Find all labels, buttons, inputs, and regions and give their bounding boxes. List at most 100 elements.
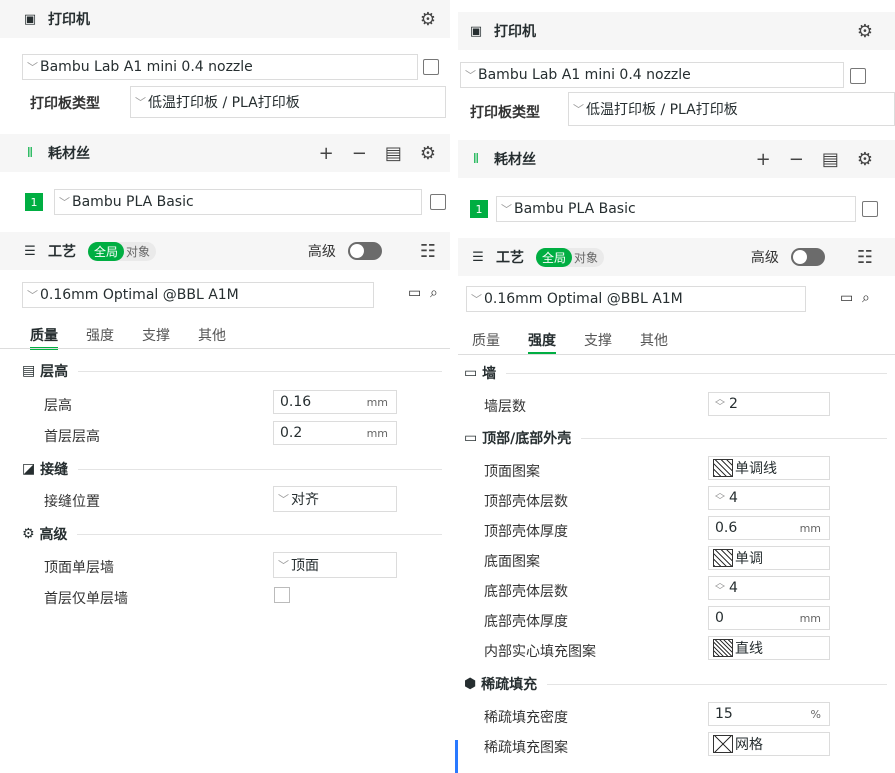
printer-preset-select[interactable]: ﹀ Bambu Lab A1 mini 0.4 nozzle: [22, 54, 418, 80]
save-icon[interactable]: ▭: [840, 290, 853, 306]
group-layer-title: 层高: [40, 364, 69, 380]
spin-icon[interactable]: ︿ ﹀: [715, 579, 725, 597]
infill-pattern-label: 稀疏填充图案: [484, 740, 568, 756]
tab-strength[interactable]: 强度: [86, 325, 114, 350]
first-layer-height-input[interactable]: 0.2 mm: [273, 421, 397, 445]
top-one-wall-select[interactable]: ﹀ 顶面: [273, 552, 397, 578]
process-tools: 高级 ☷: [308, 241, 436, 262]
seam-position-value: 对齐: [291, 492, 319, 508]
filament-settings-icon[interactable]: ▤: [822, 149, 839, 170]
chevron-down-icon: ﹀: [278, 559, 289, 572]
layer-height-input[interactable]: 0.16 mm: [273, 390, 397, 414]
unit: mm: [366, 426, 388, 440]
search-icon[interactable]: ⌕: [862, 290, 870, 306]
bottom-shell-thickness-value: 0: [715, 610, 724, 626]
wall-icon: ▭: [464, 365, 478, 381]
filament-title: 耗材丝: [494, 152, 536, 168]
infill-density-input[interactable]: 15%: [708, 702, 830, 726]
scroll-indicator[interactable]: [455, 740, 458, 773]
plate-type-select[interactable]: ﹀ 低温打印板 / PLA打印板: [568, 92, 895, 126]
advanced-toggle[interactable]: [347, 242, 382, 260]
edit-icon[interactable]: [423, 59, 439, 75]
filament-settings-icon[interactable]: ▤: [385, 143, 402, 164]
edit-icon[interactable]: [850, 68, 866, 84]
spin-icon[interactable]: ︿ ﹀: [715, 395, 725, 413]
search-icon[interactable]: ⌕: [430, 285, 438, 301]
plate-type-value: 低温打印板 / PLA打印板: [148, 95, 300, 111]
top-pattern-select[interactable]: 单调线: [708, 456, 830, 480]
chevron-down-icon: ﹀: [278, 493, 289, 506]
bottom-shell-layers-input[interactable]: ︿ ﹀ 4: [708, 576, 830, 600]
bottom-shell-thickness-input[interactable]: 0 mm: [708, 606, 830, 630]
global-badge[interactable]: 全局: [536, 247, 573, 267]
unit: mm: [366, 395, 388, 409]
infill-pattern-select[interactable]: 网格: [708, 732, 830, 756]
save-icon[interactable]: ▭: [408, 285, 421, 301]
group-wall: ▭ 墙: [464, 363, 895, 383]
process-section-header: ☰ 工艺 全局 对象 高级 ☷: [0, 232, 450, 270]
bottom-pattern-value: 单调: [735, 551, 763, 567]
tab-strength[interactable]: 强度: [528, 330, 556, 355]
group-seam-title: 接缝: [40, 462, 69, 478]
top-shell-thickness-input[interactable]: 0.6 mm: [708, 516, 830, 540]
gear-icon[interactable]: ⚙: [857, 149, 873, 170]
printer-section-header: ▣ 打印机 ⚙: [0, 0, 450, 38]
tab-support[interactable]: 支撑: [584, 330, 612, 355]
tabs-divider: [0, 348, 450, 349]
object-option[interactable]: 对象: [124, 242, 156, 261]
top-one-wall-value: 顶面: [291, 558, 319, 574]
top-shell-layers-input[interactable]: ︿ ﹀ 4: [708, 486, 830, 510]
object-option[interactable]: 对象: [572, 248, 604, 267]
filament-number[interactable]: 1: [25, 193, 43, 211]
edit-icon[interactable]: [430, 194, 446, 210]
add-button[interactable]: +: [756, 149, 771, 170]
bottom-pattern-select[interactable]: 单调: [708, 546, 830, 570]
chevron-down-icon: ﹀: [465, 69, 476, 82]
list-icon[interactable]: ☷: [857, 247, 873, 268]
infill-pattern-value: 网格: [735, 737, 763, 753]
filament-preset-select[interactable]: ﹀ Bambu PLA Basic: [54, 189, 422, 215]
wall-loops-input[interactable]: ︿ ﹀ 2: [708, 392, 830, 416]
seam-position-label: 接缝位置: [44, 494, 100, 510]
plate-type-select[interactable]: ﹀ 低温打印板 / PLA打印板: [130, 86, 446, 118]
global-object-switch[interactable]: 全局 对象: [536, 247, 605, 267]
gear-icon[interactable]: ⚙: [857, 21, 873, 42]
process-preset-select[interactable]: ﹀ 0.16mm Optimal @BBL A1M: [466, 286, 806, 312]
group-infill: ⬢ 稀疏填充: [464, 674, 895, 694]
gear-icon[interactable]: ⚙: [420, 143, 436, 164]
spin-icon[interactable]: ︿ ﹀: [715, 489, 725, 507]
remove-button[interactable]: −: [352, 143, 367, 164]
process-section-header: ☰ 工艺 全局 对象 高级 ☷: [458, 238, 895, 276]
process-title: 工艺: [48, 244, 76, 260]
group-seam: ◪ 接缝: [22, 459, 450, 479]
group-advanced: ⚙ 高级: [22, 524, 450, 544]
process-preset-select[interactable]: ﹀ 0.16mm Optimal @BBL A1M: [22, 282, 374, 308]
edit-icon[interactable]: [862, 201, 878, 217]
first-layer-one-wall-checkbox[interactable]: [274, 587, 290, 603]
filament-section-header: ⦀ 耗材丝 + − ▤ ⚙: [458, 140, 895, 178]
list-icon[interactable]: ☷: [420, 241, 436, 262]
add-button[interactable]: +: [319, 143, 334, 164]
tab-quality[interactable]: 质量: [472, 330, 500, 355]
process-icon: ☰: [24, 243, 36, 259]
internal-solid-infill-select[interactable]: 直线: [708, 636, 830, 660]
advanced-icon: ⚙: [22, 526, 35, 542]
bottom-shell-layers-label: 底部壳体层数: [484, 584, 568, 600]
filament-preset-select[interactable]: ﹀ Bambu PLA Basic: [496, 196, 856, 222]
seam-position-select[interactable]: ﹀ 对齐: [273, 486, 397, 512]
global-object-switch[interactable]: 全局 对象: [88, 241, 157, 261]
tab-other[interactable]: 其他: [640, 330, 668, 355]
seam-icon: ◪: [22, 461, 36, 477]
filament-icon: ⦀: [27, 145, 33, 161]
filament-number[interactable]: 1: [470, 200, 488, 218]
advanced-toggle[interactable]: [790, 248, 825, 266]
infill-density-value: 15: [715, 706, 733, 722]
gear-icon[interactable]: ⚙: [420, 9, 436, 30]
tab-quality[interactable]: 质量: [30, 325, 58, 350]
remove-button[interactable]: −: [789, 149, 804, 170]
printer-preset-select[interactable]: ﹀ Bambu Lab A1 mini 0.4 nozzle: [460, 62, 844, 88]
tab-other[interactable]: 其他: [198, 325, 226, 350]
filament-preset-value: Bambu PLA Basic: [72, 194, 194, 210]
global-badge[interactable]: 全局: [88, 241, 125, 261]
tab-support[interactable]: 支撑: [142, 325, 170, 350]
